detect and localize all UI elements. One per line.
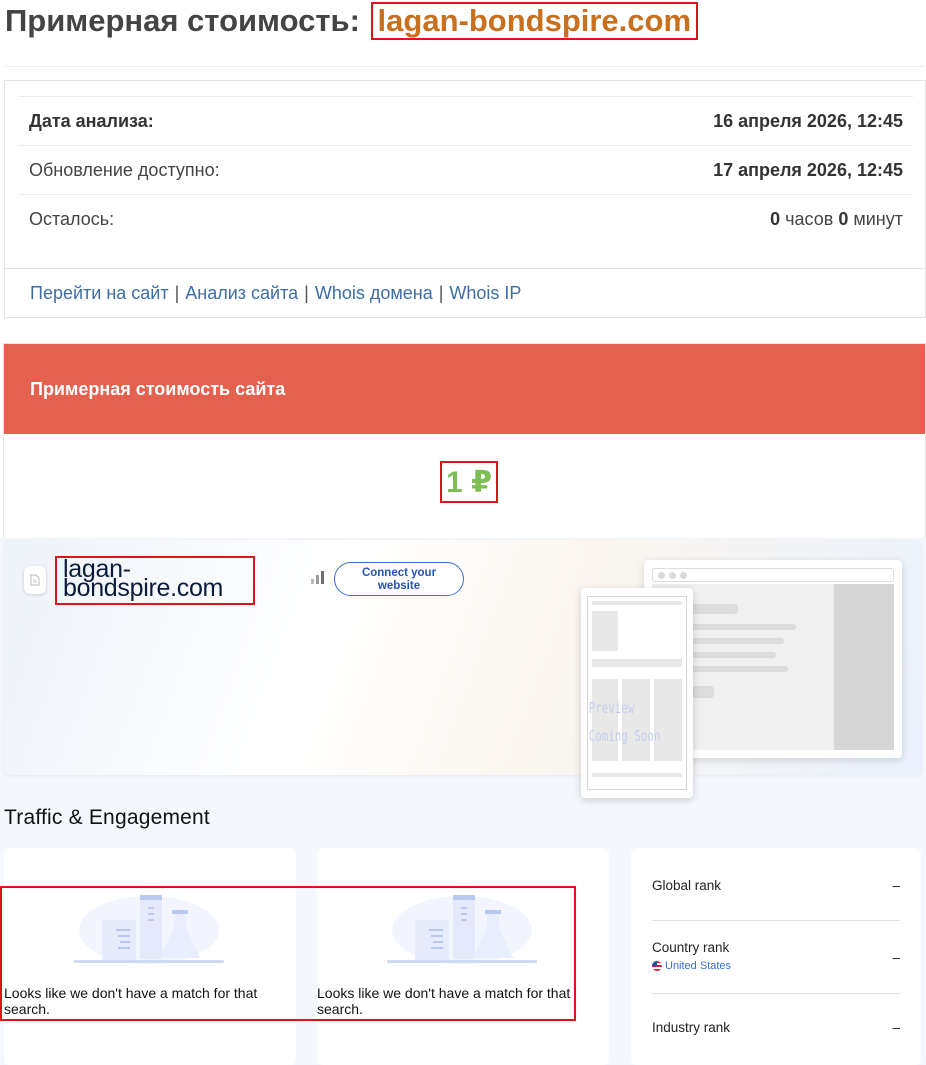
site-hero: lagan- bondspire.com Connect your websit… xyxy=(4,540,922,798)
remaining-hours: 0 xyxy=(770,208,781,229)
country-rank-row: Country rank – United States xyxy=(652,940,900,972)
analysis-info-card: Дата анализа: 16 апреля 2026, 12:45 Обно… xyxy=(4,80,926,318)
traffic-engagement-title: Traffic & Engagement xyxy=(4,806,210,829)
remaining-hours-unit: часов xyxy=(785,208,834,229)
mobile-preview xyxy=(581,588,693,798)
no-data-illustration-icon xyxy=(387,890,537,970)
whois-ip-link[interactable]: Whois IP xyxy=(449,283,521,304)
country-rank-value: – xyxy=(892,950,900,965)
global-rank-row: Global rank – xyxy=(652,878,900,893)
estimated-value: 1 ₽ xyxy=(440,461,498,503)
link-separator: | xyxy=(174,283,180,303)
global-rank-value: – xyxy=(892,878,900,893)
placeholder-block xyxy=(592,611,618,651)
document-icon xyxy=(24,566,46,594)
browser-dot xyxy=(680,572,687,579)
hero-domain-line2: bondspire.com xyxy=(63,574,224,602)
placeholder-line xyxy=(592,601,682,605)
country-name: United States xyxy=(665,960,732,972)
rank-divider xyxy=(652,993,900,994)
time-remaining-row: Осталось: 0 часов 0 минут xyxy=(19,194,913,243)
traffic-metric-card: Looks like we don't have a match for tha… xyxy=(4,848,296,1065)
preview-coming-soon-text: Preview Coming Soon xyxy=(20,694,661,750)
page-title-prefix: Примерная стоимость: xyxy=(5,3,360,38)
mobile-preview-frame xyxy=(587,596,687,790)
placeholder-line xyxy=(688,624,796,630)
placeholder-line xyxy=(688,604,738,614)
industry-rank-row: Industry rank – xyxy=(652,1020,900,1035)
industry-rank-label: Industry rank xyxy=(652,1020,731,1035)
placeholder-line xyxy=(592,659,682,667)
update-available-row: Обновление доступно: 17 апреля 2026, 12:… xyxy=(19,145,913,194)
preview-text-line2: Coming Soon xyxy=(588,727,661,745)
placeholder-line xyxy=(688,638,784,644)
link-separator: | xyxy=(304,283,309,303)
link-separator: | xyxy=(438,283,444,303)
title-divider xyxy=(5,66,925,67)
placeholder-line xyxy=(688,666,788,672)
go-to-site-link[interactable]: Перейти на сайт xyxy=(30,283,169,304)
placeholder-line xyxy=(688,652,776,658)
browser-dot xyxy=(658,572,665,579)
signal-strength-icon xyxy=(310,570,326,589)
estimated-value-header: Примерная стоимость сайта xyxy=(4,344,925,434)
analysis-date-label: Дата анализа: xyxy=(29,110,154,131)
update-available-label: Обновление доступно: xyxy=(29,159,220,180)
site-links-row: Перейти на сайт | Анализ сайта | Whois д… xyxy=(5,268,925,318)
desktop-preview-sidebar xyxy=(834,584,894,750)
time-remaining-value: 0 часов 0 минут xyxy=(770,209,903,230)
us-flag-icon xyxy=(652,961,662,971)
similarweb-embed: lagan- bondspire.com Connect your websit… xyxy=(0,538,926,1065)
browser-address-bar xyxy=(652,568,894,582)
no-match-message: Looks like we don't have a match for tha… xyxy=(317,985,571,1017)
estimated-value-card: Примерная стоимость сайта 1 ₽ xyxy=(3,343,926,543)
analysis-date-row: Дата анализа: 16 апреля 2026, 12:45 xyxy=(19,96,913,145)
rank-divider xyxy=(652,920,900,921)
browser-dot xyxy=(669,572,676,579)
remaining-minutes-unit: минут xyxy=(853,208,903,229)
country-rank-label: Country rank xyxy=(652,940,730,955)
rank-card: Global rank – Country rank – United Stat… xyxy=(631,848,921,1065)
page-title: Примерная стоимость: lagan-bondspire.com xyxy=(5,2,699,42)
site-analysis-link[interactable]: Анализ сайта xyxy=(185,283,298,304)
global-rank-label: Global rank xyxy=(652,878,722,893)
analysis-date-value: 16 апреля 2026, 12:45 xyxy=(713,110,903,131)
placeholder-line xyxy=(592,773,682,777)
whois-domain-link[interactable]: Whois домена xyxy=(315,283,433,304)
connect-website-button[interactable]: Connect your website xyxy=(334,562,464,596)
no-data-illustration-icon xyxy=(74,890,224,970)
page-title-domain: lagan-bondspire.com xyxy=(370,2,699,40)
traffic-metric-card: Looks like we don't have a match for tha… xyxy=(317,848,609,1065)
preview-text-line1: Preview xyxy=(588,699,635,717)
industry-rank-value: – xyxy=(892,1020,900,1035)
hero-domain-name: lagan- bondspire.com xyxy=(55,556,255,605)
no-match-message: Looks like we don't have a match for tha… xyxy=(4,985,258,1017)
country-selector[interactable]: United States xyxy=(652,960,900,972)
connect-button-line2: website xyxy=(377,580,421,592)
connect-button-line1: Connect your xyxy=(361,567,437,579)
time-remaining-label: Осталось: xyxy=(29,208,115,229)
update-available-value: 17 апреля 2026, 12:45 xyxy=(713,159,903,180)
remaining-minutes: 0 xyxy=(838,208,849,229)
